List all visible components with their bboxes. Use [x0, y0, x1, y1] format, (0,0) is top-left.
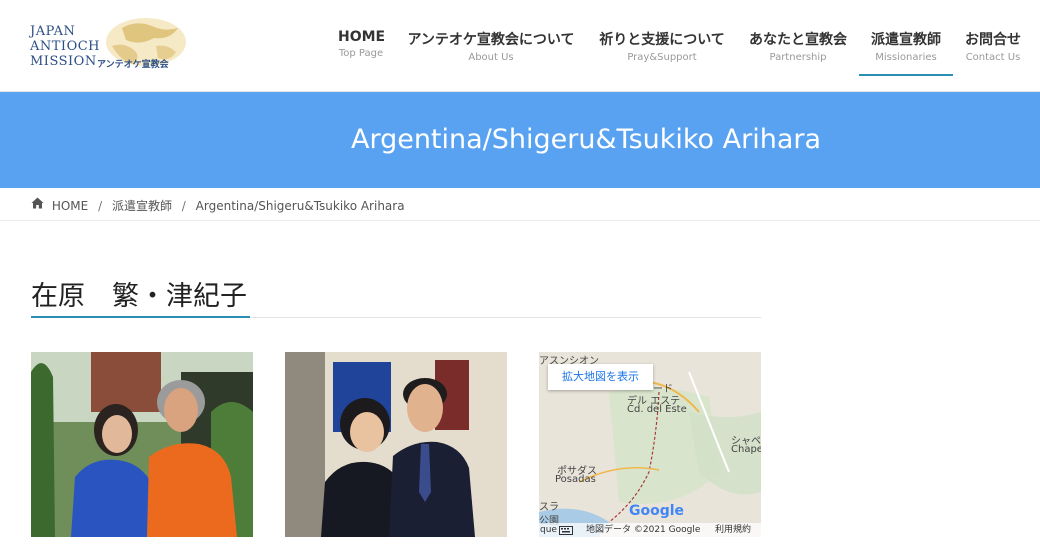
page-header-banner: Argentina/Shigeru&Tsukiko Arihara [0, 92, 1040, 188]
embedded-map[interactable]: アスンシオン 拡大地図を表示 ード デル エステ Cd. del Este シャ… [539, 352, 761, 537]
nav-partnership-label: あなたと宣教会 [749, 32, 847, 48]
nav-partnership[interactable]: あなたと宣教会 Partnership [748, 29, 848, 63]
nav-about-label: アンテオケ宣教会について [407, 32, 575, 48]
nav-missionaries-label: 派遣宣教師 [871, 32, 941, 48]
title-accent-bar [31, 316, 250, 318]
nav-missionaries-sub: Missionaries [875, 52, 937, 63]
breadcrumb: HOME / 派遣宣教師 / Argentina/Shigeru&Tsukiko… [0, 188, 1040, 221]
nav-about[interactable]: アンテオケ宣教会について About Us [406, 29, 576, 63]
nav-about-sub: About Us [468, 52, 514, 63]
missionary-photo-indoor [285, 352, 507, 537]
nav-contact-sub: Contact Us [965, 52, 1021, 63]
map-label-ciudad-en: Cd. del Este [627, 404, 687, 415]
breadcrumb-separator: / [181, 198, 186, 213]
nav-home-sub: Top Page [338, 48, 384, 59]
breadcrumb-parent-link[interactable]: 派遣宣教師 [112, 197, 172, 214]
map-footer: que 地図データ ©2021 Google 利用規約 [539, 523, 761, 537]
map-enlarge-button[interactable]: 拡大地図を表示 [548, 364, 653, 390]
breadcrumb-separator: / [98, 198, 103, 213]
map-label-chape-en: Chape [731, 444, 761, 455]
nav-home[interactable]: HOME Top Page [338, 29, 386, 59]
nav-pray-sub: Pray&Support [627, 52, 697, 63]
breadcrumb-home-link[interactable]: HOME [52, 199, 88, 213]
nav-home-label: HOME [338, 29, 386, 45]
nav-partnership-sub: Partnership [769, 52, 827, 63]
map-label-que: que [540, 525, 557, 535]
keyboard-icon[interactable] [559, 526, 573, 535]
nav-missionaries[interactable]: 派遣宣教師 Missionaries [868, 29, 944, 63]
page-title: 在原 繁・津紀子 [31, 281, 247, 312]
missionary-photo-outdoor [31, 352, 253, 537]
nav-active-indicator [859, 74, 953, 76]
map-label-kura: スラ [539, 502, 559, 513]
nav-pray-label: 祈りと支援について [599, 32, 725, 48]
nav-contact[interactable]: お問合せ Contact Us [964, 29, 1022, 63]
nav-pray-support[interactable]: 祈りと支援について Pray&Support [598, 29, 726, 63]
map-terms-link[interactable]: 利用規約 [715, 523, 751, 537]
map-data-credit: 地図データ ©2021 Google [586, 525, 701, 535]
site-header: JAPAN ANTIOCH MISSION アンテオケ宣教会 HOME Top … [0, 0, 1040, 92]
banner-title: Argentina/Shigeru&Tsukiko Arihara [350, 124, 822, 155]
main-nav: HOME Top Page アンテオケ宣教会について About Us 祈りと支… [0, 29, 1040, 89]
google-logo: Google [629, 503, 685, 519]
nav-contact-label: お問合せ [965, 32, 1021, 48]
couple-indoor-image [285, 352, 507, 537]
home-icon [31, 197, 44, 209]
breadcrumb-current: Argentina/Shigeru&Tsukiko Arihara [195, 198, 405, 213]
map-label-posadas-en: Posadas [555, 474, 596, 485]
couple-outdoor-image [31, 352, 253, 537]
